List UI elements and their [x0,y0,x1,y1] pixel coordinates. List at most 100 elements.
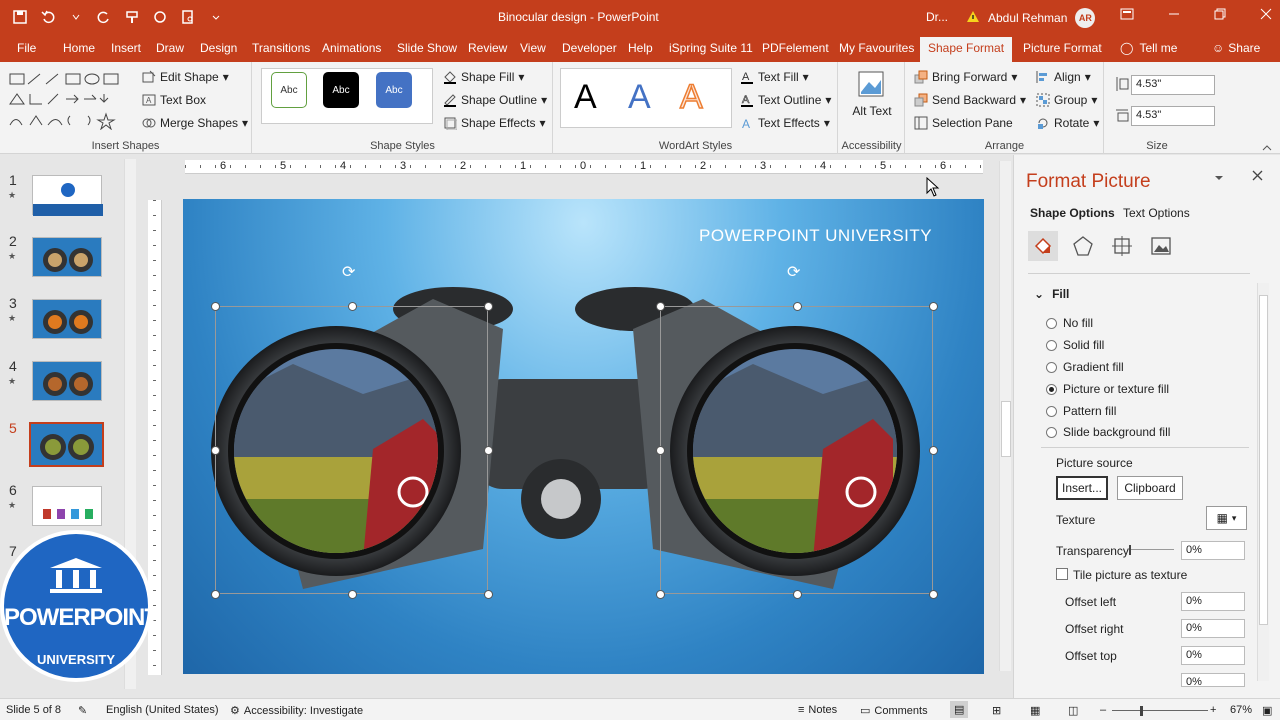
print-preview-icon[interactable] [178,7,198,27]
tab-transitions[interactable]: Transitions [252,41,310,55]
zoom-in-icon[interactable]: + [1210,704,1216,716]
rotate-handle-icon[interactable]: ⟳ [342,262,355,282]
shape-style-1[interactable]: Abc [271,72,307,108]
edit-shape-button[interactable]: Edit Shape ▾ [142,70,229,84]
tab-insert[interactable]: Insert [111,41,141,55]
transparency-slider[interactable] [1129,545,1174,555]
ribbon-display-icon[interactable] [1120,8,1134,23]
fill-section-header[interactable]: ⌄ Fill [1034,287,1069,301]
slide-thumbnail-3[interactable] [32,299,102,339]
wordart-style-1[interactable]: A [574,78,597,117]
tab-design[interactable]: Design [200,41,237,55]
tab-view[interactable]: View [520,41,546,55]
touch-mode-icon[interactable] [150,7,170,27]
text-outline-button[interactable]: A Text Outline ▾ [740,93,831,107]
merge-shapes-button[interactable]: Merge Shapes ▾ [142,116,248,130]
radio-button-selected[interactable] [1046,383,1057,395]
zoom-level[interactable]: 67% [1230,704,1252,716]
send-backward-button[interactable]: Send Backward ▾ [914,93,1026,107]
text-fill-button[interactable]: A Text Fill ▾ [740,70,809,84]
resize-handle[interactable] [211,302,220,311]
resize-handle[interactable] [211,590,220,599]
restore-icon[interactable] [1214,8,1226,23]
tab-pdfelement[interactable]: PDFelement [762,41,829,55]
resize-handle[interactable] [793,302,802,311]
slide-thumbnail-6[interactable] [32,486,102,526]
size-properties-icon[interactable] [1111,235,1133,260]
tab-developer[interactable]: Developer [562,41,617,55]
share-button[interactable]: ☺ Share [1212,41,1260,55]
radio-picture-fill[interactable]: Picture or texture fill [1046,382,1169,396]
close-pane-icon[interactable] [1252,170,1263,184]
radio-no-fill[interactable]: No fill [1046,316,1093,330]
offset-right-input[interactable]: 0% [1181,619,1245,638]
shape-style-2[interactable]: Abc [323,72,359,108]
insert-picture-button[interactable]: Insert... [1056,476,1108,500]
tab-home[interactable]: Home [63,41,95,55]
resize-handle[interactable] [348,302,357,311]
tile-checkbox[interactable] [1056,568,1068,580]
radio-button[interactable] [1046,361,1057,373]
tab-review[interactable]: Review [468,41,507,55]
align-button[interactable]: Align ▾ [1036,70,1091,84]
radio-button[interactable] [1046,317,1057,329]
text-box-button[interactable]: A Text Box [142,93,206,107]
rotate-button[interactable]: Rotate ▾ [1036,116,1099,130]
tab-draw[interactable]: Draw [156,41,184,55]
offset-bottom-input[interactable]: 0% [1181,673,1245,687]
tab-slide-show[interactable]: Slide Show [397,41,457,55]
chevron-down-icon[interactable] [66,7,86,27]
designer-label[interactable]: Dr... [926,10,948,24]
canvas-scrollbar[interactable] [999,161,1011,671]
avatar[interactable]: AR [1075,8,1096,28]
reading-view-icon[interactable]: ▦ [1030,704,1040,717]
slide-canvas[interactable]: POWERPOINT UNIVERSITY ⟳ ⟳ [183,199,984,674]
pane-scrollbar[interactable] [1257,283,1269,681]
radio-pattern-fill[interactable]: Pattern fill [1046,404,1116,418]
selection-box-right[interactable] [660,306,933,594]
resize-handle[interactable] [929,446,938,455]
customize-qat-icon[interactable] [206,7,226,27]
resize-handle[interactable] [484,590,493,599]
pane-scroll-thumb[interactable] [1259,295,1268,625]
shape-height-input[interactable]: 4.53" [1131,75,1215,95]
radio-slide-background-fill[interactable]: Slide background fill [1046,425,1170,439]
radio-button[interactable] [1046,405,1057,417]
resize-handle[interactable] [656,302,665,311]
shape-width-input[interactable]: 4.53" [1131,106,1215,126]
canvas-scroll-thumb[interactable] [1001,401,1011,457]
pane-options-icon[interactable] [1214,171,1224,185]
slideshow-icon[interactable]: ◫ [1068,704,1078,717]
slide-thumbnail-1[interactable] [32,175,103,216]
slide-thumbnail-4[interactable] [32,361,102,401]
resize-handle[interactable] [793,590,802,599]
fill-line-icon[interactable] [1028,231,1058,261]
wordart-style-2[interactable]: A [628,78,651,117]
tab-animations[interactable]: Animations [322,41,381,55]
clipboard-button[interactable]: Clipboard [1117,476,1183,500]
resize-handle[interactable] [656,590,665,599]
tab-shape-options[interactable]: Shape Options [1030,206,1115,220]
slide-thumbnail-5-selected[interactable] [29,422,104,467]
resize-handle[interactable] [929,302,938,311]
radio-button[interactable] [1046,426,1057,438]
resize-handle[interactable] [484,446,493,455]
effects-icon[interactable] [1072,235,1094,260]
undo-icon[interactable] [38,7,58,27]
format-painter-icon[interactable] [122,7,142,27]
shapes-gallery[interactable] [8,70,133,131]
account-area[interactable]: Abdul Rehman AR [966,8,1096,28]
tab-text-options[interactable]: Text Options [1123,206,1190,220]
text-effects-button[interactable]: A Text Effects ▾ [740,116,830,131]
redo-icon[interactable] [94,7,114,27]
tell-me[interactable]: ◯ Tell me [1120,41,1177,55]
tab-my-favourites[interactable]: My Favourites [839,41,914,55]
texture-dropdown[interactable]: ▦ ▾ [1206,506,1247,530]
resize-handle[interactable] [656,446,665,455]
slide-counter[interactable]: Slide 5 of 8 [6,704,61,716]
minimize-icon[interactable] [1168,8,1180,23]
selection-box-left[interactable] [215,306,488,594]
language-indicator[interactable]: English (United States) [106,704,219,716]
collapse-ribbon-icon[interactable] [1262,140,1272,154]
tab-picture-format[interactable]: Picture Format [1023,41,1102,55]
